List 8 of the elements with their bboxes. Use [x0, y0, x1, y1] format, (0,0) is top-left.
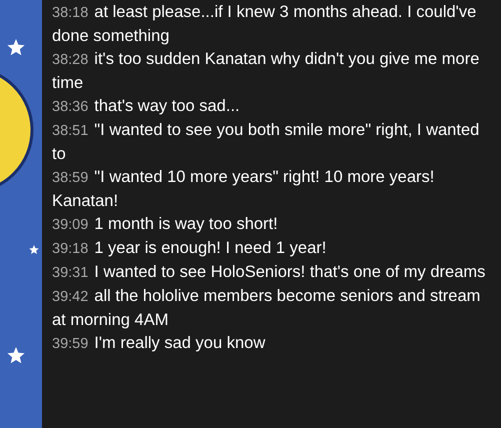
chat-message: 38:36 that's way too sad...: [52, 96, 241, 117]
chat-message: 39:31 I wanted to see HoloSeniors! that's one of my dreams: [52, 262, 486, 283]
chat-message: 39:42 all the hololive members become seniors and stream at morning 4AM: [52, 286, 482, 331]
chat-message: 38:59 "I wanted 10 more years" right! 10 more years! Kanatan!: [52, 167, 436, 212]
chat-message: 39:59 I'm really sad you know: [52, 333, 266, 354]
chat-message: 39:09 1 month is way too short!: [52, 214, 279, 235]
chat-message: 39:18 1 year is enough! I need 1 year!: [52, 238, 328, 259]
chat-message: 38:51 "I wanted to see you both smile more" right, I wanted to: [52, 120, 480, 165]
